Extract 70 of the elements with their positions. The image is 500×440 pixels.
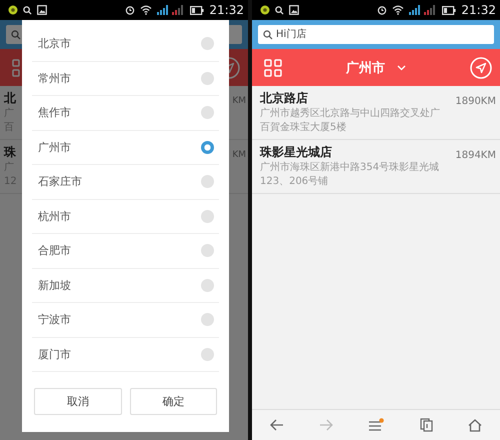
store-distance: KM <box>232 96 246 108</box>
city-name: 石家庄市 <box>38 174 82 190</box>
image-icon <box>289 5 299 15</box>
radio-button[interactable] <box>201 72 214 85</box>
app-icon <box>8 5 18 15</box>
radio-button[interactable] <box>201 244 214 258</box>
city-option[interactable]: 常州市 <box>32 62 219 96</box>
store-address: 广州市越秀区北京路与中山四路交叉处广 <box>260 107 440 121</box>
city-option[interactable]: 广州市 <box>32 130 219 165</box>
city-name: 杭州市 <box>38 208 71 224</box>
grid-icon[interactable] <box>264 58 282 76</box>
city-option[interactable]: 北京市 <box>32 27 219 62</box>
alarm-icon <box>125 5 136 15</box>
menu-icon[interactable] <box>368 418 384 432</box>
radio-button[interactable] <box>201 278 214 292</box>
forward-arrow-icon[interactable] <box>319 419 334 431</box>
store-distance: 1890KM <box>455 96 496 109</box>
city-name: 宁波市 <box>38 312 71 328</box>
clock-time: 21:32 <box>209 3 244 17</box>
radio-button[interactable] <box>201 140 214 154</box>
city-name: 常州市 <box>38 70 71 86</box>
city-option[interactable]: 焦作市 <box>32 96 219 130</box>
store-name: 北京路店 <box>260 90 309 107</box>
city-option[interactable]: 合肥市 <box>32 234 219 268</box>
search-icon <box>11 30 21 40</box>
radio-button[interactable] <box>201 348 214 361</box>
city-option[interactable]: 厦门市 <box>32 338 219 372</box>
search-icon <box>275 6 284 14</box>
store-address: 百賀金珠宝大厦5楼 <box>260 121 348 135</box>
radio-button[interactable] <box>201 37 214 50</box>
image-icon <box>37 5 47 15</box>
clock-time: 21:32 <box>461 3 496 17</box>
city-name: 合肥市 <box>38 243 71 258</box>
signal-icon <box>157 5 186 15</box>
battery-icon <box>190 6 204 14</box>
city-name: 北京市 <box>38 36 71 52</box>
search-icon <box>263 30 273 40</box>
search-field[interactable]: Hi门店 <box>258 25 494 44</box>
store-address: 123、206号铺 <box>260 175 330 189</box>
alarm-icon <box>377 5 388 15</box>
search-icon <box>23 6 32 14</box>
cancel-button[interactable]: 取消 <box>34 388 122 415</box>
city-name: 新加坡 <box>38 278 71 293</box>
city-option[interactable]: 宁波市 <box>32 303 219 338</box>
store-distance: KM <box>232 150 246 162</box>
radio-button[interactable] <box>201 175 214 188</box>
store-distance: 1894KM <box>455 150 496 163</box>
battery-icon <box>442 6 456 14</box>
store-name: 珠影星光城店 <box>260 144 333 161</box>
city-option[interactable]: 杭州市 <box>32 200 219 234</box>
app-icon <box>260 5 270 15</box>
store-name: 珠 <box>4 144 17 161</box>
city-option[interactable]: 新加坡 <box>32 268 219 303</box>
store-address: 广州市海珠区新港中路354号珠影星光城 <box>260 161 440 175</box>
city-option[interactable]: 石家庄市 <box>32 165 219 200</box>
radio-button[interactable] <box>201 313 214 326</box>
city-name: 焦作市 <box>38 105 71 120</box>
signal-icon <box>409 5 438 15</box>
confirm-button[interactable]: 确定 <box>130 388 217 415</box>
city-name: 厦门市 <box>38 346 71 362</box>
wifi-icon <box>140 5 152 15</box>
city-name: 广州市 <box>38 140 71 155</box>
wifi-icon <box>392 5 404 15</box>
radio-button[interactable] <box>201 106 214 120</box>
radio-button[interactable] <box>201 210 214 223</box>
store-name: 北 <box>4 90 16 107</box>
back-arrow-icon[interactable] <box>270 419 284 431</box>
caret-icon <box>397 64 406 70</box>
home-icon[interactable] <box>468 418 482 432</box>
tabs-icon[interactable] <box>420 418 433 432</box>
